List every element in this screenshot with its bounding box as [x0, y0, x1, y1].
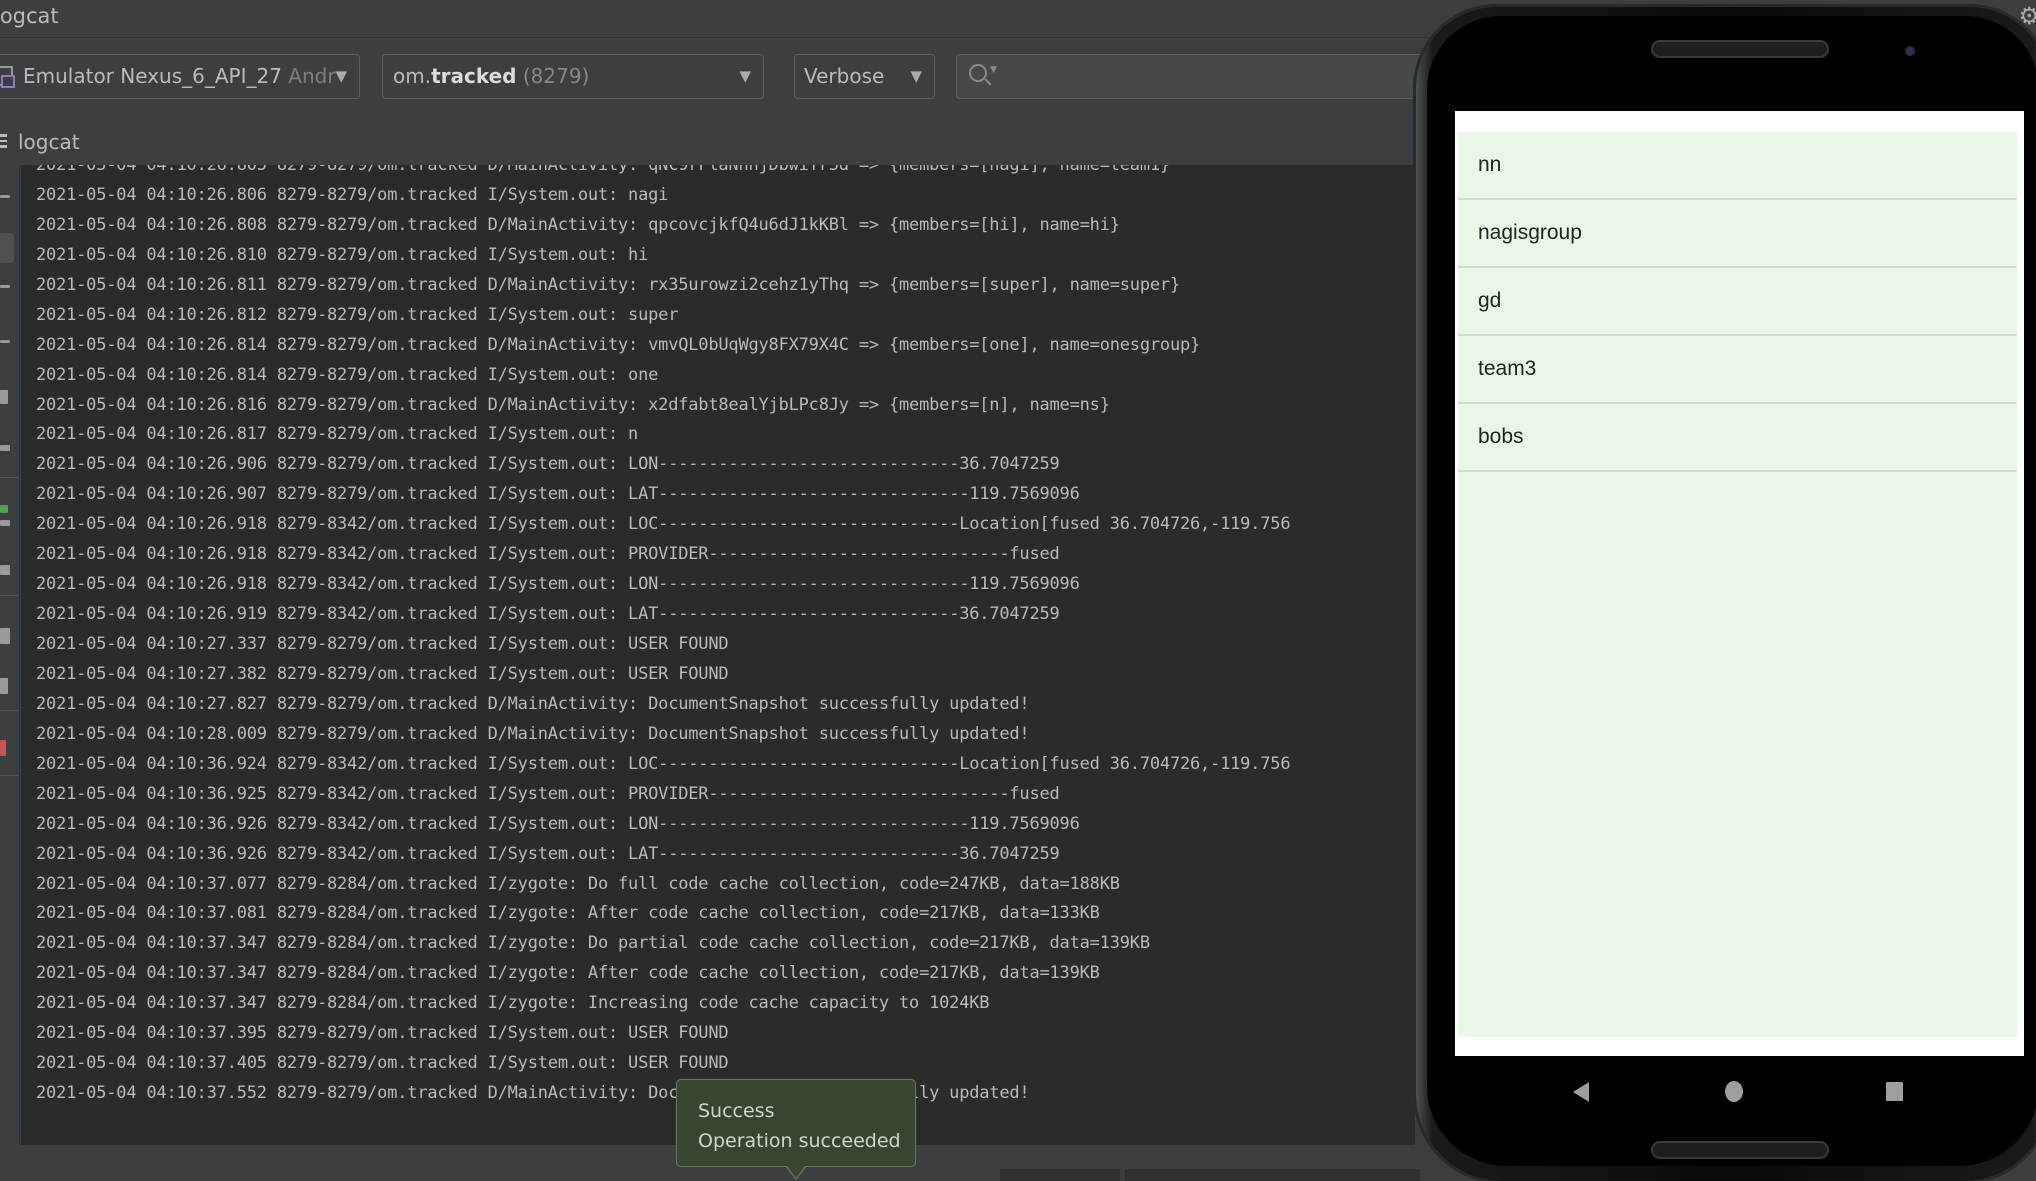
settings-icon[interactable]: [0, 565, 10, 575]
log-line: 2021-05-04 04:10:36.926 8279-8342/om.tra…: [36, 813, 1080, 834]
chevron-down-icon: ▼: [739, 67, 751, 85]
process-prefix: om.: [393, 64, 432, 88]
restart-icon[interactable]: [0, 390, 8, 404]
log-line: 2021-05-04 04:10:37.405 8279-8279/om.tra…: [36, 1053, 729, 1074]
logcat-toolbar: Emulator Nexus_6_API_27 Andr ▼ om.tracke…: [0, 39, 1426, 117]
recents-icon[interactable]: [1886, 1082, 1903, 1101]
screen-record-icon[interactable]: [0, 678, 8, 694]
separator: [0, 710, 18, 711]
log-line: 2021-05-04 04:10:26.811 8279-8279/om.tra…: [36, 274, 1180, 295]
log-line: 2021-05-04 04:10:37.077 8279-8284/om.tra…: [36, 873, 1120, 894]
run-icon[interactable]: [0, 505, 8, 513]
group-list-item[interactable]: gd: [1458, 268, 2017, 336]
log-line: 2021-05-04 04:10:37.081 8279-8284/om.tra…: [36, 903, 1100, 924]
search-input[interactable]: [1005, 55, 1405, 98]
balloon-message: Operation succeeded: [698, 1130, 901, 1152]
log-line: 2021-05-04 04:10:27.827 8279-8279/om.tra…: [36, 693, 1030, 714]
device-bezel: nn nagisgroup gd team3 bobs: [1427, 16, 2036, 1166]
screen-capture-icon[interactable]: [0, 628, 10, 644]
run-sub-icon[interactable]: [0, 520, 10, 526]
scroll-up-icon[interactable]: [0, 195, 10, 198]
device-suffix: Andr: [288, 64, 336, 88]
chevron-down-icon: ▼: [910, 67, 922, 85]
tool-strip-segment: [1125, 1169, 1420, 1181]
log-line: 2021-05-04 04:10:26.814 8279-8279/om.tra…: [36, 334, 1201, 355]
clear-logcat-icon[interactable]: [0, 445, 10, 451]
log-line: 2021-05-04 04:10:26.805 8279-8279/om.tra…: [36, 165, 1170, 175]
log-line: 2021-05-04 04:10:37.347 8279-8284/om.tra…: [36, 993, 990, 1014]
device-icon: [0, 66, 15, 88]
speaker-grille-top: [1651, 40, 1829, 58]
separator: [0, 775, 18, 776]
log-level-dropdown[interactable]: Verbose ▼: [794, 54, 935, 99]
log-lines: 2021-05-04 04:10:26.805 8279-8279/om.tra…: [36, 165, 1291, 1109]
process-dropdown[interactable]: om.tracked (8279) ▼: [382, 54, 764, 99]
logcat-output[interactable]: 2021-05-04 04:10:26.805 8279-8279/om.tra…: [21, 165, 1415, 1145]
log-line: 2021-05-04 04:10:27.337 8279-8279/om.tra…: [36, 634, 729, 654]
log-level-value: Verbose: [804, 64, 885, 88]
process-pid: (8279): [522, 64, 590, 88]
tab-logcat[interactable]: logcat: [18, 130, 80, 154]
soft-wrap-icon[interactable]: [0, 233, 14, 263]
group-list-item[interactable]: nagisgroup: [1458, 200, 2017, 268]
separator: [0, 595, 18, 596]
balloon-title: Success: [698, 1100, 775, 1122]
search-icon[interactable]: [969, 64, 987, 82]
log-line: 2021-05-04 04:10:36.925 8279-8342/om.tra…: [36, 783, 1060, 804]
print-icon[interactable]: [0, 340, 10, 343]
balloon-pointer: [785, 1165, 807, 1180]
device-dropdown[interactable]: Emulator Nexus_6_API_27 Andr ▼: [0, 54, 360, 99]
tool-window-title: logcat: [0, 4, 59, 28]
log-line: 2021-05-04 04:10:26.907 8279-8279/om.tra…: [36, 484, 1080, 505]
log-line: 2021-05-04 04:10:26.806 8279-8279/om.tra…: [36, 184, 669, 205]
success-balloon: Success Operation succeeded: [676, 1079, 916, 1167]
search-history-arrow-icon[interactable]: ▼: [990, 65, 997, 75]
log-line: 2021-05-04 04:10:26.918 8279-8342/om.tra…: [36, 574, 1080, 595]
log-line: 2021-05-04 04:10:28.009 8279-8279/om.tra…: [36, 723, 1030, 744]
logcat-side-toolbar: [0, 165, 20, 1145]
logcat-tab-row: logcat: [0, 120, 1420, 165]
group-list-item[interactable]: nn: [1458, 132, 2017, 200]
log-line: 2021-05-04 04:10:26.808 8279-8279/om.tra…: [36, 214, 1120, 235]
stop-icon[interactable]: [0, 740, 6, 756]
group-list-item[interactable]: bobs: [1458, 404, 2017, 472]
log-line: 2021-05-04 04:10:37.395 8279-8279/om.tra…: [36, 1023, 729, 1044]
log-line: 2021-05-04 04:10:26.906 8279-8279/om.tra…: [36, 454, 1060, 475]
emulator-screen[interactable]: nn nagisgroup gd team3 bobs: [1455, 111, 2024, 1056]
log-line: 2021-05-04 04:10:26.817 8279-8279/om.tra…: [36, 424, 639, 445]
android-nav-bar: [1455, 1056, 2024, 1126]
process-name: tracked: [431, 64, 517, 88]
log-line: 2021-05-04 04:10:27.382 8279-8279/om.tra…: [36, 663, 729, 684]
log-line: 2021-05-04 04:10:26.816 8279-8279/om.tra…: [36, 394, 1110, 415]
separator: [0, 477, 18, 478]
emulator-device-frame: nn nagisgroup gd team3 bobs: [1413, 4, 2036, 1181]
scroll-to-end-icon[interactable]: [0, 285, 10, 288]
log-search-box[interactable]: ▼: [956, 54, 1426, 99]
back-icon[interactable]: [1573, 1082, 1589, 1102]
log-line: 2021-05-04 04:10:37.347 8279-8284/om.tra…: [36, 933, 1150, 954]
log-line: 2021-05-04 04:10:26.918 8279-8342/om.tra…: [36, 514, 1291, 535]
home-icon[interactable]: [1725, 1081, 1743, 1102]
device-name: Emulator Nexus_6_API_27: [23, 64, 282, 88]
chevron-down-icon: ▼: [335, 67, 347, 85]
speaker-grille-bottom: [1651, 1141, 1829, 1159]
log-line: 2021-05-04 04:10:36.926 8279-8342/om.tra…: [36, 843, 1060, 864]
group-list-item[interactable]: team3: [1458, 336, 2017, 404]
log-line: 2021-05-04 04:10:26.814 8279-8279/om.tra…: [36, 364, 659, 385]
log-line: 2021-05-04 04:10:26.919 8279-8342/om.tra…: [36, 604, 1060, 625]
log-line: 2021-05-04 04:10:26.812 8279-8279/om.tra…: [36, 304, 679, 325]
log-line: 2021-05-04 04:10:37.552 8279-8279/om.tra…: [36, 1083, 1030, 1104]
log-line: 2021-05-04 04:10:26.918 8279-8342/om.tra…: [36, 544, 1060, 565]
group-list: nn nagisgroup gd team3 bobs: [1458, 132, 2017, 1037]
tool-strip-segment: [1000, 1169, 1120, 1181]
log-line: 2021-05-04 04:10:36.924 8279-8342/om.tra…: [36, 753, 1291, 774]
front-camera: [1905, 46, 1915, 56]
logcat-tab-icon: [0, 134, 7, 148]
log-line: 2021-05-04 04:10:37.347 8279-8284/om.tra…: [36, 963, 1100, 984]
log-line: 2021-05-04 04:10:26.810 8279-8279/om.tra…: [36, 244, 649, 265]
